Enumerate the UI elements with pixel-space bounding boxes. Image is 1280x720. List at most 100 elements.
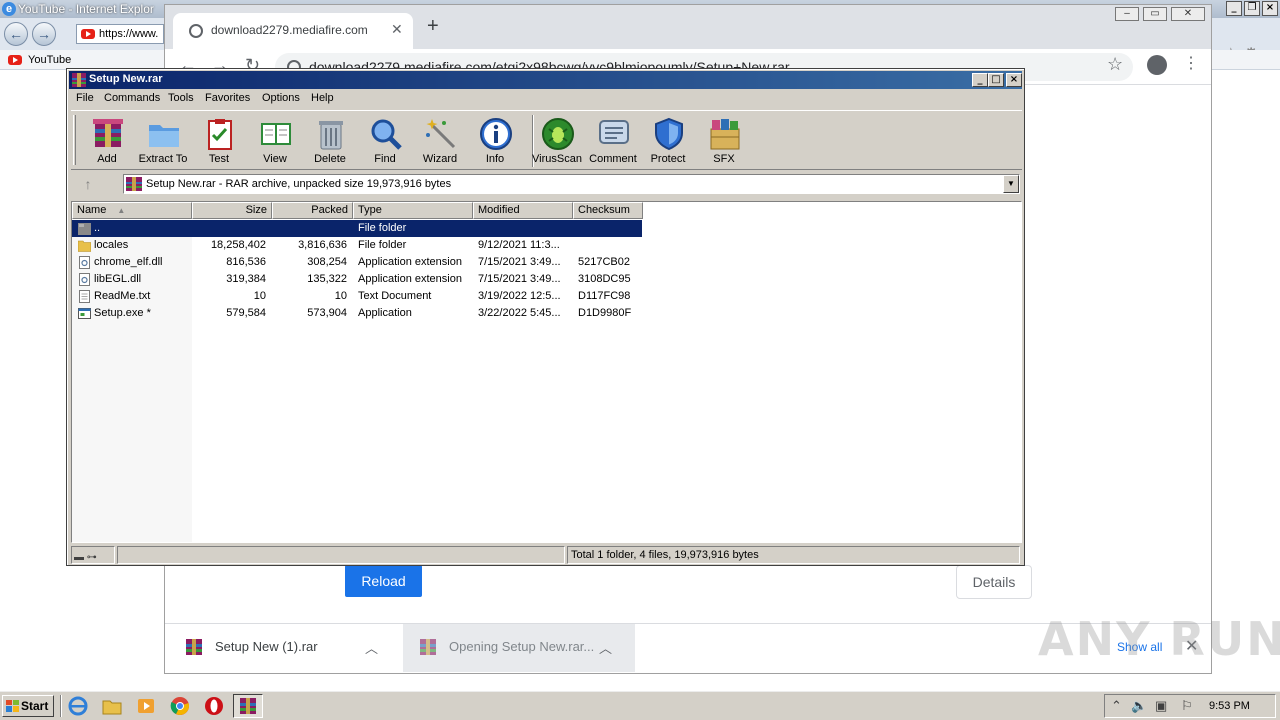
winrar-logo-icon [240,698,256,714]
virusscan-button[interactable]: VirusScan [529,113,585,169]
youtube-icon [8,55,22,65]
winrar-menubar: File Commands Tools Favorites Options He… [69,89,1022,109]
volume-icon[interactable]: 🔈 [1131,699,1147,713]
file-row[interactable]: .. File folder [72,220,1021,237]
sfx-button[interactable]: SFX [696,113,752,169]
test-button[interactable]: Test [191,113,247,169]
toolbar-label: Add [97,153,117,165]
file-modified: 3/19/2022 12:5... [478,290,561,302]
favorites-item-youtube[interactable]: YouTube [8,52,71,68]
file-row[interactable]: libEGL.dll 319,384 135,322 Application e… [72,271,1021,288]
ie-address-text: https://www. [99,28,159,40]
comment-button[interactable]: Comment [585,113,641,169]
protect-button[interactable]: Protect [640,113,696,169]
info-button[interactable]: Info [467,113,523,169]
close-icon[interactable]: × [1262,1,1278,16]
file-row[interactable]: locales 18,258,402 3,816,636 File folder… [72,237,1021,254]
close-icon[interactable]: × [1006,73,1022,87]
reload-button[interactable]: Reload [345,565,422,597]
media-player-icon[interactable] [136,696,156,716]
minimize-icon[interactable]: _ [1226,1,1242,16]
taskbar: Start ⌃ 🔈 ▣ ⚐ 9:53 PM [0,690,1280,720]
file-modified: 7/15/2021 3:49... [478,256,561,268]
action-center-flag-icon[interactable]: ⚐ [1181,699,1193,713]
file-row[interactable]: Setup.exe * 579,584 573,904 Application … [72,305,1021,322]
virus-scan-icon [542,118,574,150]
download-item[interactable]: Setup New (1).rar ︿ [169,624,399,672]
column-header-name[interactable]: Name ▲ [72,202,192,219]
minimize-icon[interactable]: _ [972,73,988,87]
favorites-item-label: YouTube [28,54,72,66]
file-checksum: D1D9980F [578,307,632,319]
sfx-box-icon [710,119,740,150]
start-button[interactable]: Start [2,695,54,717]
magnifier-icon [371,119,402,150]
taskbar-separator [60,695,62,717]
column-header-modified[interactable]: Modified [473,202,573,219]
column-header-packed[interactable]: Packed [272,202,353,219]
status-selection-pane [117,546,565,564]
chrome-tab[interactable]: download2279.mediafire.com ✕ [173,13,413,49]
restore-icon[interactable]: ❐ [1244,1,1260,16]
new-tab-icon[interactable]: + [427,16,439,36]
opera-icon[interactable] [204,696,224,716]
drive-key-icon[interactable]: ▬ ⊶ [74,550,97,566]
parent-folder-icon [78,223,91,235]
account-avatar-icon[interactable] [1147,55,1167,75]
find-button[interactable]: Find [357,113,413,169]
up-arrow-icon[interactable]: ↑ [77,175,99,193]
download-item[interactable]: Opening Setup New.rar... ︿ [403,624,635,672]
maximize-icon[interactable]: ▭ [1143,7,1167,21]
menu-file[interactable]: File [76,92,94,104]
ie-forward-button[interactable]: → [32,22,56,46]
minimize-icon[interactable]: – [1115,7,1139,21]
toolbar-label: SFX [713,153,735,165]
wizard-button[interactable]: Wizard [412,113,468,169]
test-clipboard-icon [208,119,232,150]
menu-favorites[interactable]: Favorites [205,92,250,104]
view-button[interactable]: View [247,113,303,169]
menu-tools[interactable]: Tools [168,92,194,104]
file-size: 10 [253,290,266,302]
ie-back-button[interactable]: ← [4,22,28,46]
chrome-icon[interactable] [170,696,190,716]
file-explorer-icon[interactable] [102,696,122,716]
tab-close-icon[interactable]: ✕ [391,21,403,38]
network-icon[interactable]: ▣ [1155,699,1167,713]
file-type: File folder [358,239,407,251]
file-type: Application extension [358,273,462,285]
bookmark-star-icon[interactable]: ☆ [1107,54,1123,75]
rar-file-icon [126,177,142,191]
file-row[interactable]: ReadMe.txt 10 10 Text Document 3/19/2022… [72,288,1021,305]
menu-help[interactable]: Help [311,92,334,104]
menu-options[interactable]: Options [262,92,300,104]
extract-to-button[interactable]: Extract To [135,113,191,169]
file-row[interactable]: chrome_elf.dll 816,536 308,254 Applicati… [72,254,1021,271]
winrar-titlebar: Setup New.rar _ □ × [69,71,1022,89]
download-label: Opening Setup New.rar... [449,639,595,654]
show-hidden-icons-icon[interactable]: ⌃ [1111,699,1122,713]
add-button[interactable]: Add [79,113,135,169]
chevron-up-icon[interactable]: ︿ [599,638,612,657]
close-icon[interactable]: ✕ [1171,7,1205,21]
ie-address-bar[interactable]: https://www. [76,24,164,44]
column-header-size[interactable]: Size [192,202,272,219]
delete-button[interactable]: Delete [302,113,358,169]
details-button[interactable]: Details [956,565,1032,599]
internet-explorer-icon[interactable] [68,696,88,716]
kebab-menu-icon[interactable]: ⋮ [1183,55,1199,73]
column-header-checksum[interactable]: Checksum [573,202,643,219]
taskbar-winrar-button[interactable] [233,694,263,718]
file-type: Application [358,307,412,319]
column-header-type[interactable]: Type [353,202,473,219]
chevron-down-icon[interactable]: ▼ [1003,175,1019,193]
toolbar-label: VirusScan [532,153,582,165]
menu-commands[interactable]: Commands [104,92,160,104]
archive-path-combobox[interactable]: Setup New.rar - RAR archive, unpacked si… [123,174,1020,194]
maximize-icon[interactable]: □ [988,73,1004,87]
clock[interactable]: 9:53 PM [1209,700,1250,712]
file-checksum: 5217CB02 [578,256,630,268]
globe-icon [189,24,203,38]
chevron-up-icon[interactable]: ︿ [365,638,378,657]
file-list[interactable]: Name ▲ Size Packed Type Modified Checksu… [71,201,1022,543]
